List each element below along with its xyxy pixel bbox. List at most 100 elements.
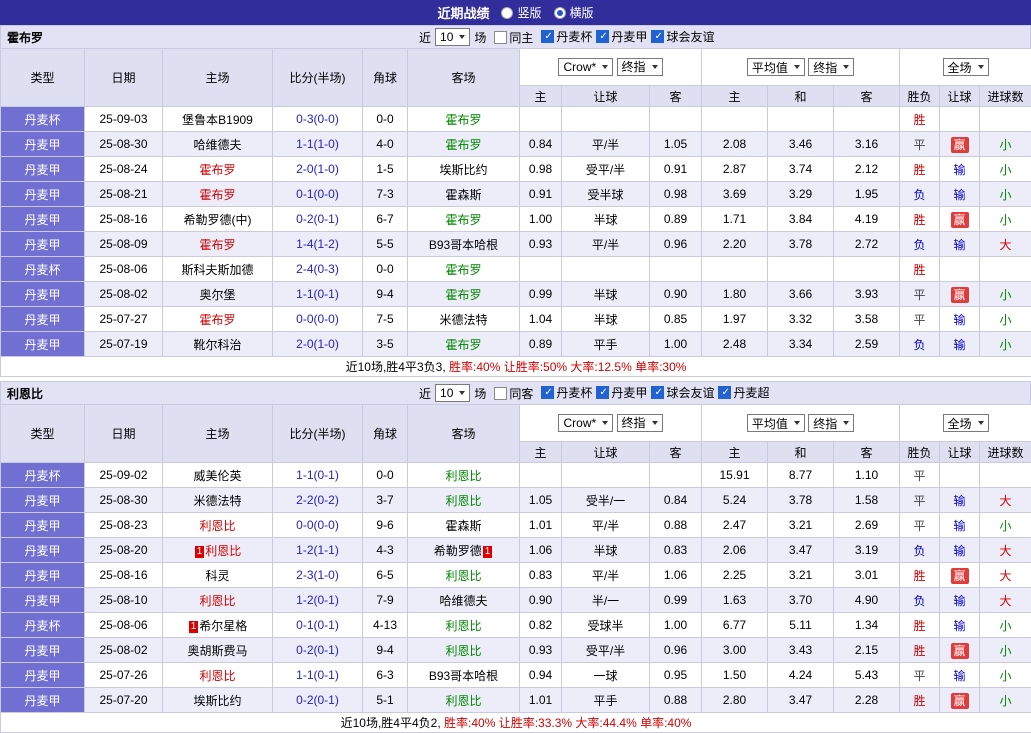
home-team-cell[interactable]: 霍布罗 <box>163 157 273 182</box>
league-filter[interactable]: 球会友谊 <box>651 384 714 401</box>
away-team-cell[interactable]: 霍布罗 <box>408 332 520 357</box>
away-team-cell[interactable]: 利恩比 <box>408 463 520 488</box>
away-team-cell[interactable]: 利恩比 <box>408 488 520 513</box>
avg-home-odds-cell <box>702 257 768 282</box>
odds-time-select[interactable]: 终指 <box>617 58 663 76</box>
avg-home-odds-cell <box>702 107 768 132</box>
col-header-result: 胜负 <box>900 442 940 463</box>
away-team-cell[interactable]: B93哥本哈根 <box>408 663 520 688</box>
goals-result-cell: 小 <box>980 207 1031 232</box>
avg-time-select[interactable]: 终指 <box>808 414 854 432</box>
avg-home-odds-cell: 2.25 <box>702 563 768 588</box>
avg-type-select[interactable]: 平均值 <box>747 58 805 76</box>
score-cell: 0-1(0-1) <box>273 613 363 638</box>
avg-draw-odds-cell: 8.77 <box>768 463 834 488</box>
home-team-cell[interactable]: 霍布罗 <box>163 182 273 207</box>
home-team-cell[interactable]: 霍布罗 <box>163 307 273 332</box>
corner-cell: 7-3 <box>363 182 408 207</box>
home-team-cell[interactable]: 科灵 <box>163 563 273 588</box>
league-filter[interactable]: 丹麦甲 <box>596 384 647 401</box>
away-team-cell[interactable]: 霍布罗 <box>408 282 520 307</box>
team-name: 利恩比 <box>445 469 481 483</box>
home-team-cell[interactable]: 奥胡斯费马 <box>163 638 273 663</box>
away-team-cell[interactable]: B93哥本哈根 <box>408 232 520 257</box>
home-team-cell[interactable]: 霍布罗 <box>163 232 273 257</box>
avg-away-odds-cell: 3.19 <box>834 538 900 563</box>
avg-type-select[interactable]: 平均值 <box>747 414 805 432</box>
scope-select[interactable]: 全场 <box>943 414 989 432</box>
goals-result-cell: 大 <box>980 538 1031 563</box>
chevron-down-icon <box>602 65 608 69</box>
match-count-select[interactable]: 10 <box>435 28 470 46</box>
home-team-cell[interactable]: 利恩比 <box>163 663 273 688</box>
same-venue-filter[interactable]: 同客 <box>494 385 533 402</box>
away-team-cell[interactable]: 霍布罗 <box>408 207 520 232</box>
league-filter[interactable]: 丹麦甲 <box>596 28 647 45</box>
away-team-cell[interactable]: 哈维德夫 <box>408 588 520 613</box>
away-team-cell[interactable]: 霍森斯 <box>408 513 520 538</box>
home-team-cell[interactable]: 利恩比 <box>163 588 273 613</box>
checkbox-icon[interactable] <box>651 386 664 399</box>
scope-select[interactable]: 全场 <box>943 58 989 76</box>
checkbox-icon[interactable] <box>596 30 609 43</box>
match-count-select[interactable]: 10 <box>435 384 470 402</box>
checkbox-icon[interactable] <box>718 386 731 399</box>
checkbox-icon[interactable] <box>651 30 664 43</box>
team-name: 奥胡斯费马 <box>187 644 247 658</box>
away-team-cell[interactable]: 利恩比 <box>408 688 520 713</box>
layout-radio-vertical[interactable]: 竖版 <box>501 4 541 21</box>
avg-home-odds-cell: 2.08 <box>702 132 768 157</box>
goals-result-cell: 大 <box>980 232 1031 257</box>
home-team-cell[interactable]: 希勒罗德(中) <box>163 207 273 232</box>
odds-company-select[interactable]: Crow* <box>558 414 613 432</box>
checkbox-icon[interactable] <box>494 31 507 44</box>
chevron-down-icon <box>843 65 849 69</box>
checkbox-icon[interactable] <box>541 386 554 399</box>
checkbox-icon[interactable] <box>596 386 609 399</box>
home-team-cell[interactable]: 斯科夫斯加德 <box>163 257 273 282</box>
layout-radio-horizontal[interactable]: 横版 <box>554 4 594 21</box>
league-filter[interactable]: 丹麦超 <box>718 384 769 401</box>
away-team-cell[interactable]: 希勒罗德1 <box>408 538 520 563</box>
avg-draw-odds-cell: 3.78 <box>768 488 834 513</box>
odds-company-select[interactable]: Crow* <box>558 58 613 76</box>
radio-icon[interactable] <box>501 7 513 19</box>
page-title: 近期战绩 <box>437 3 489 22</box>
home-team-cell[interactable]: 哈维德夫 <box>163 132 273 157</box>
avg-time-select[interactable]: 终指 <box>808 58 854 76</box>
away-team-cell[interactable]: 霍森斯 <box>408 182 520 207</box>
checkbox-icon[interactable] <box>494 387 507 400</box>
away-team-cell[interactable]: 霍布罗 <box>408 132 520 157</box>
result-cell: 胜 <box>900 207 940 232</box>
checkbox-icon[interactable] <box>541 30 554 43</box>
home-team-cell[interactable]: 米德法特 <box>163 488 273 513</box>
radio-selected-icon[interactable] <box>554 7 566 19</box>
home-team-cell[interactable]: 靴尔科治 <box>163 332 273 357</box>
home-team-cell[interactable]: 威美伦英 <box>163 463 273 488</box>
away-team-cell[interactable]: 利恩比 <box>408 638 520 663</box>
league-filter[interactable]: 丹麦杯 <box>541 384 592 401</box>
home-team-cell[interactable]: 1希尔星格 <box>163 613 273 638</box>
away-team-cell[interactable]: 米德法特 <box>408 307 520 332</box>
goals-result-cell: 大 <box>980 588 1031 613</box>
home-team-cell[interactable]: 埃斯比约 <box>163 688 273 713</box>
corner-cell: 9-6 <box>363 513 408 538</box>
away-team-cell[interactable]: 霍布罗 <box>408 257 520 282</box>
handicap-result-cell: 赢 <box>940 282 980 307</box>
away-team-cell[interactable]: 利恩比 <box>408 613 520 638</box>
away-team-cell[interactable]: 霍布罗 <box>408 107 520 132</box>
match-date-cell: 25-09-02 <box>85 463 163 488</box>
home-team-cell[interactable]: 堡鲁本B1909 <box>163 107 273 132</box>
league-filter[interactable]: 丹麦杯 <box>541 28 592 45</box>
away-team-cell[interactable]: 埃斯比约 <box>408 157 520 182</box>
same-venue-filter[interactable]: 同主 <box>494 29 533 46</box>
home-team-cell[interactable]: 奥尔堡 <box>163 282 273 307</box>
goals-result-cell: 小 <box>980 513 1031 538</box>
handicap-away-odds-cell: 1.06 <box>650 563 702 588</box>
home-team-cell[interactable]: 利恩比 <box>163 513 273 538</box>
home-team-cell[interactable]: 1利恩比 <box>163 538 273 563</box>
odds-time-select[interactable]: 终指 <box>617 414 663 432</box>
handicap-home-odds-cell: 1.06 <box>520 538 562 563</box>
away-team-cell[interactable]: 利恩比 <box>408 563 520 588</box>
league-filter[interactable]: 球会友谊 <box>651 28 714 45</box>
